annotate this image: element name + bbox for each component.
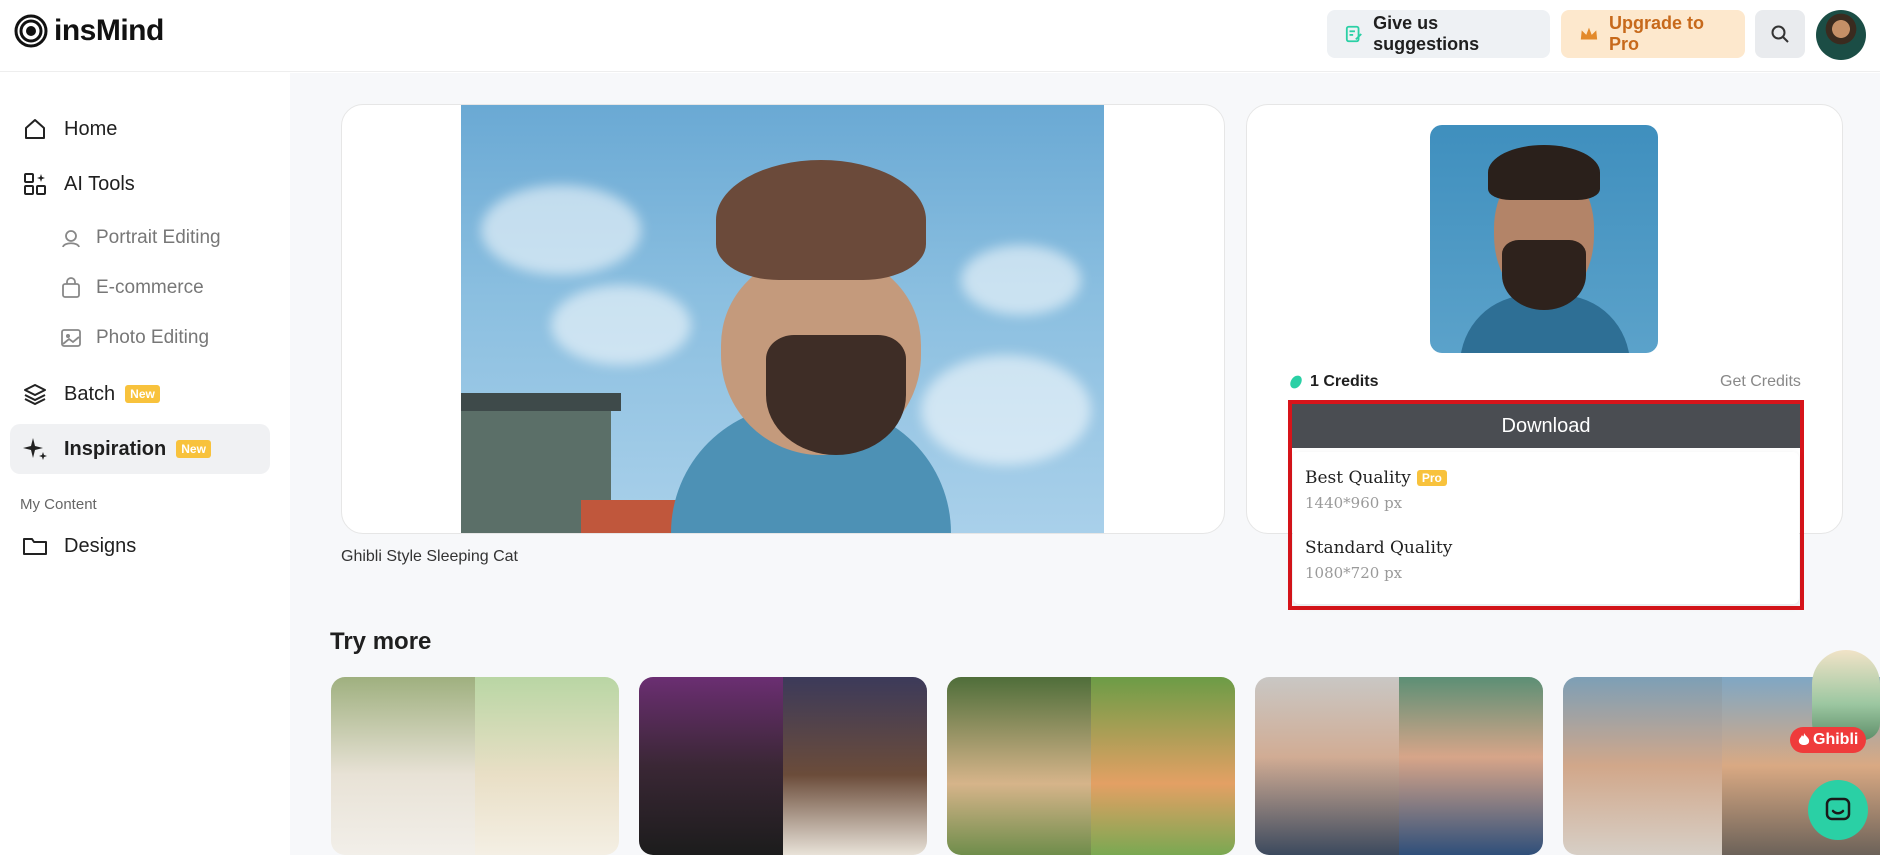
sparkle-icon (22, 436, 48, 462)
sidebar-item-ai-tools[interactable]: AI Tools (10, 159, 270, 209)
sidebar-item-label: Portrait Editing (96, 227, 221, 248)
upgrade-label: Upgrade to Pro (1608, 13, 1704, 54)
try-more-card[interactable] (331, 677, 619, 855)
sidebar-item-designs[interactable]: Designs (10, 521, 270, 571)
ai-tools-icon (22, 171, 48, 197)
try-more-card[interactable] (947, 677, 1235, 855)
credits-label: 1 Credits (1310, 373, 1379, 390)
sidebar-item-label: Home (64, 117, 118, 140)
ghibli-label: Ghibli (1813, 731, 1859, 748)
result-caption: Ghibli Style Sleeping Cat (341, 548, 518, 565)
try-more-card[interactable] (1255, 677, 1543, 855)
option-title: Standard Quality (1305, 538, 1453, 558)
try-more-heading: Try more (330, 628, 432, 655)
download-options-menu: Best Quality Pro 1440*960 px Standard Qu… (1293, 452, 1799, 604)
sidebar-item-label: Photo Editing (96, 327, 210, 348)
portrait-icon (58, 225, 84, 251)
search-icon (1771, 25, 1789, 43)
search-button[interactable] (1755, 10, 1805, 58)
credit-icon (1290, 375, 1302, 389)
standard-quality-option[interactable]: Standard Quality 1080*720 px (1305, 538, 1452, 582)
sidebar-item-batch[interactable]: Batch New (10, 369, 270, 419)
sidebar-item-inspiration[interactable]: Inspiration New (10, 424, 270, 474)
get-credits-link[interactable]: Get Credits (1720, 373, 1801, 391)
download-button[interactable]: Download (1292, 404, 1800, 448)
user-avatar[interactable] (1816, 10, 1866, 60)
sidebar-item-photo-editing[interactable]: Photo Editing (58, 318, 209, 358)
logo-icon (14, 14, 48, 48)
sidebar-item-label: Inspiration (64, 437, 167, 460)
upgrade-to-pro-button[interactable]: Upgrade to Pro (1561, 10, 1745, 58)
my-content-section-label: My Content (20, 496, 97, 513)
give-suggestions-label: Give us suggestions (1373, 13, 1480, 54)
credits-display: 1 Credits (1288, 373, 1378, 391)
logo[interactable]: insMind (14, 14, 164, 48)
shopping-bag-icon (58, 275, 84, 301)
sidebar-item-portrait-editing[interactable]: Portrait Editing (58, 218, 221, 258)
ghibli-result-image[interactable] (461, 105, 1104, 533)
sidebar-item-label: Designs (64, 534, 137, 557)
sidebar-item-label: E-commerce (96, 277, 204, 298)
home-icon (22, 116, 48, 142)
top-header: insMind Give us suggestions Upgrade to P… (0, 0, 1880, 72)
sidebar-item-home[interactable]: Home (10, 104, 270, 154)
chat-icon (1825, 797, 1851, 821)
logo-text: insMind (54, 14, 164, 47)
pro-badge: Pro (1416, 470, 1447, 486)
option-size: 1440*960 px (1305, 494, 1403, 512)
option-size: 1080*720 px (1305, 564, 1403, 582)
best-quality-option[interactable]: Best Quality Pro 1440*960 px (1305, 468, 1447, 512)
sidebar-item-ecommerce[interactable]: E-commerce (58, 268, 204, 308)
chat-support-button[interactable] (1808, 780, 1868, 840)
photo-icon (58, 325, 84, 351)
sidebar-item-label: AI Tools (64, 172, 135, 195)
folder-icon (22, 533, 48, 559)
crown-icon (1580, 27, 1598, 40)
give-suggestions-button[interactable]: Give us suggestions (1327, 10, 1550, 58)
option-title: Best Quality (1305, 468, 1411, 488)
fire-icon (1798, 733, 1810, 745)
new-badge: New (125, 385, 160, 403)
layers-icon (22, 381, 48, 407)
edit-note-icon (1345, 25, 1362, 43)
ghibli-badge[interactable]: Ghibli (1790, 727, 1867, 753)
try-more-card[interactable] (639, 677, 927, 855)
sidebar-item-label: Batch (64, 382, 116, 405)
original-photo (1430, 125, 1658, 353)
new-badge: New (176, 440, 211, 458)
